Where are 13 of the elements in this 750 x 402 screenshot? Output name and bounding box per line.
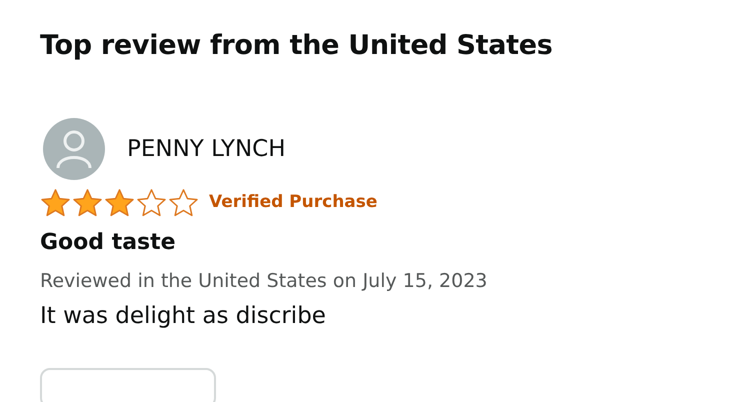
review-date: Reviewed in the United States on July 15, 2023 <box>40 269 488 294</box>
verified-purchase-label: Verified Purchase <box>209 191 378 214</box>
filled-star-icon <box>104 188 135 218</box>
empty-star-icon <box>168 188 199 218</box>
avatar-icon <box>43 118 105 180</box>
filled-star-icon <box>40 188 71 218</box>
review-title: Good taste <box>40 229 177 257</box>
filled-star-icon <box>72 188 103 218</box>
empty-star-icon <box>136 188 167 218</box>
reviewer-name: PENNY LYNCH <box>127 134 286 164</box>
section-heading: Top review from the United States <box>40 29 554 63</box>
action-button[interactable] <box>40 368 216 402</box>
review-text: It was delight as discribe <box>40 302 327 331</box>
